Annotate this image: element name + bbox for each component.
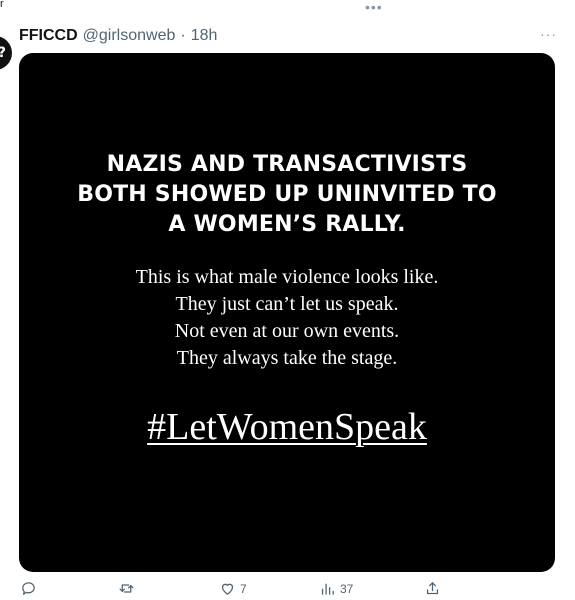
views-button[interactable]: 37 — [319, 580, 353, 597]
header-separator: · — [180, 27, 186, 44]
views-icon — [321, 583, 334, 595]
media-body-text: This is what male violence looks like. T… — [19, 264, 555, 372]
headline-line: BOTH SHOWED UP UNINVITED TO — [77, 182, 497, 207]
share-button[interactable] — [424, 580, 445, 597]
hashtag-text: #LetWomenSpeak — [147, 406, 427, 448]
reply-button[interactable] — [20, 580, 41, 597]
author-handle[interactable]: @girlsonweb — [83, 27, 176, 45]
body-line: They always take the stage. — [176, 347, 398, 369]
body-line: They just can’t let us speak. — [175, 293, 399, 315]
media-hashtag: #LetWomenSpeak — [19, 405, 555, 449]
retweet-button[interactable] — [118, 580, 139, 597]
share-icon — [426, 582, 439, 595]
tweet-action-bar: 7 37 — [0, 580, 575, 600]
retweet-icon — [119, 584, 134, 593]
like-button[interactable]: 7 — [219, 580, 247, 597]
tweet-header: FFICCD @girlsonweb · 18h — [19, 27, 217, 45]
like-count: 7 — [240, 581, 247, 596]
reply-icon — [22, 582, 35, 595]
views-count: 37 — [340, 581, 354, 596]
top-more-menu-icon[interactable]: ••• — [365, 0, 383, 14]
tweet-timestamp[interactable]: 18h — [191, 27, 218, 45]
cropped-top-text: r — [0, 0, 4, 10]
heart-icon — [221, 583, 234, 595]
body-line: This is what male violence looks like. — [135, 266, 439, 288]
headline-line: NAZIS AND TRANSACTIVISTS — [106, 152, 468, 177]
avatar[interactable]: ? — [0, 36, 12, 70]
tweet-media-image[interactable]: NAZIS AND TRANSACTIVISTS BOTH SHOWED UP … — [19, 53, 555, 572]
headline-line: A WOMEN’S RALLY. — [168, 212, 406, 237]
avatar-glyph: ? — [0, 45, 6, 61]
author-name[interactable]: FFICCD — [19, 27, 78, 45]
body-line: Not even at our own events. — [174, 320, 400, 342]
media-headline: NAZIS AND TRANSACTIVISTS BOTH SHOWED UP … — [19, 150, 555, 240]
tweet-more-icon[interactable]: ··· — [540, 26, 557, 42]
